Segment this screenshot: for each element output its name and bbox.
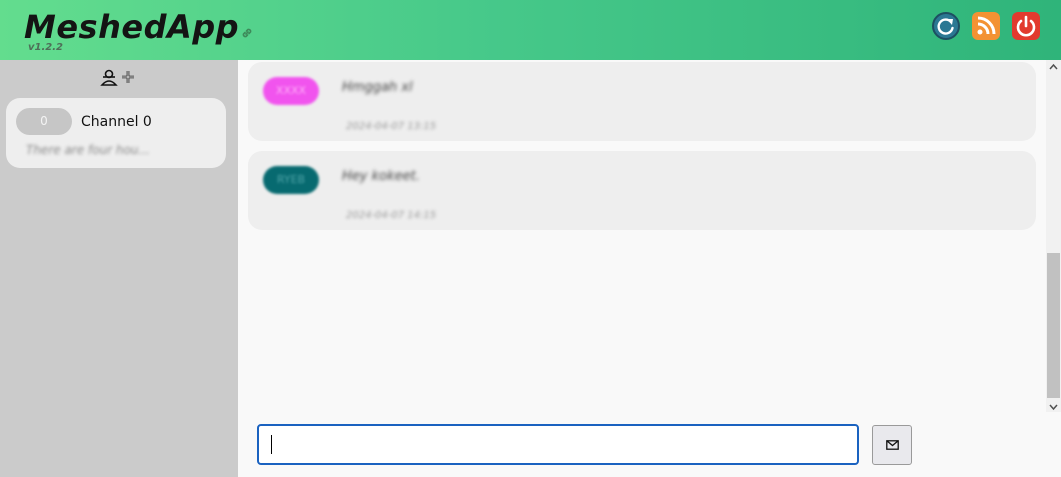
power-icon	[1016, 15, 1036, 37]
message-timestamp: 2024-04-07 13:15	[346, 121, 437, 132]
channel-preview: There are four hou...	[26, 143, 150, 157]
message-input[interactable]	[257, 424, 859, 465]
app-title: MeshedApp	[24, 8, 240, 46]
rss-icon	[977, 16, 996, 35]
message-timestamp: 2024-04-07 14:15	[346, 210, 437, 221]
send-button[interactable]	[872, 425, 912, 465]
envelope-icon	[886, 440, 899, 450]
refresh-button[interactable]	[932, 12, 960, 40]
scrollbar-thumb[interactable]	[1047, 253, 1060, 398]
channel-unread-count: 0	[16, 108, 72, 135]
channel-item[interactable]: 0 Channel 0 There are four hou...	[6, 98, 226, 168]
sender-badge: XXXX	[263, 77, 319, 105]
link-icon[interactable]	[240, 26, 254, 40]
rss-button[interactable]	[972, 12, 1000, 40]
channel-name: Channel 0	[81, 114, 152, 130]
sender-badge: RYEB	[263, 166, 319, 194]
message-text: Hey kokeet.	[342, 169, 420, 184]
message-item: RYEB Hey kokeet. 2024-04-07 14:15	[248, 151, 1036, 230]
scroll-up-arrow-icon[interactable]	[1046, 60, 1061, 74]
message-item: XXXX Hmggah xl 2024-04-07 13:15	[248, 62, 1036, 141]
text-caret	[271, 435, 272, 454]
power-button[interactable]	[1012, 12, 1040, 40]
app-header: MeshedApp v1.2.2	[0, 0, 1061, 60]
message-scrollbar[interactable]	[1046, 60, 1061, 416]
refresh-icon	[937, 18, 954, 35]
add-user-icon[interactable]	[100, 68, 136, 88]
compose-bar	[238, 412, 1061, 477]
sidebar: 0 Channel 0 There are four hou...	[0, 60, 238, 477]
message-text: Hmggah xl	[342, 80, 413, 95]
message-list[interactable]: XXXX Hmggah xl 2024-04-07 13:15 RYEB Hey…	[238, 60, 1046, 412]
app-version: v1.2.2	[28, 42, 63, 53]
